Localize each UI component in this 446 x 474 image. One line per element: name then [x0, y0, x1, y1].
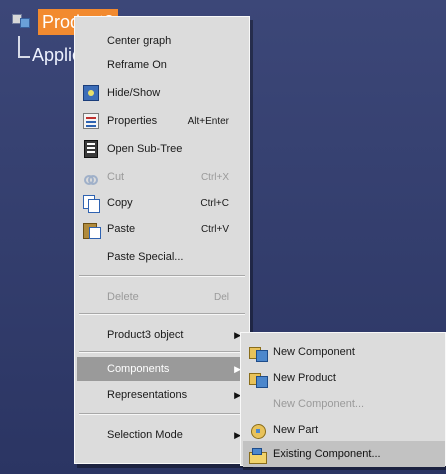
existing-component-icon — [247, 444, 267, 464]
menu-item-label: Selection Mode — [107, 429, 183, 441]
menu-item-center-graph[interactable]: Center graph — [77, 29, 247, 53]
components-submenu: New Component New Product New Component.… — [240, 332, 446, 467]
submenu-item-new-component-disabled: New Component... — [243, 391, 445, 417]
menu-item-selection-mode[interactable]: Selection Mode ▶ — [77, 423, 247, 447]
menu-item-components[interactable]: Components ▶ — [77, 357, 247, 381]
menu-item-label: Copy — [107, 197, 133, 209]
product-icon — [8, 8, 36, 36]
menu-item-shortcut: Ctrl+X — [200, 171, 229, 183]
open-subtree-icon — [81, 139, 101, 159]
submenu-item-label: Existing Component... — [273, 448, 381, 460]
menu-item-shortcut: Ctrl+V — [200, 223, 229, 235]
menu-item-properties[interactable]: Properties Alt+Enter — [77, 109, 247, 133]
menu-item-label: Open Sub-Tree — [107, 143, 183, 155]
context-menu: Center graph Reframe On Hide/Show Proper… — [74, 16, 250, 464]
menu-item-label: Delete — [107, 291, 139, 303]
menu-item-shortcut: Del — [213, 291, 229, 303]
menu-item-hide-show[interactable]: Hide/Show — [77, 81, 247, 105]
menu-separator — [79, 351, 245, 353]
new-product-icon — [247, 368, 268, 388]
menu-item-reframe-on[interactable]: Reframe On — [77, 53, 247, 77]
copy-icon — [81, 193, 101, 213]
tree-branch-line — [18, 36, 30, 58]
menu-item-delete: Delete Del — [77, 285, 247, 309]
submenu-item-label: New Part — [273, 424, 319, 436]
menu-item-label: Components — [107, 363, 170, 375]
menu-item-paste-special[interactable]: Paste Special... — [77, 245, 247, 269]
new-part-icon — [247, 420, 267, 440]
properties-icon — [81, 111, 101, 131]
submenu-item-new-component[interactable]: New Component — [243, 339, 445, 365]
menu-item-label: Center graph — [107, 35, 172, 47]
menu-item-representations[interactable]: Representations ▶ — [77, 383, 247, 407]
menu-item-paste[interactable]: Paste Ctrl+V — [77, 217, 247, 241]
submenu-item-label: New Component — [273, 346, 355, 358]
menu-item-product-object[interactable]: Product3 object ▶ — [77, 323, 247, 347]
submenu-item-label: New Product — [273, 372, 336, 384]
hide-show-icon — [81, 83, 101, 103]
menu-item-label: Cut — [107, 171, 125, 183]
menu-item-label: Properties — [107, 115, 158, 127]
menu-item-open-sub-tree[interactable]: Open Sub-Tree — [77, 137, 247, 161]
menu-item-copy[interactable]: Copy Ctrl+C — [77, 191, 247, 215]
menu-item-label: Paste Special... — [107, 251, 184, 263]
menu-separator — [79, 313, 245, 315]
menu-item-label: Representations — [107, 389, 188, 401]
cut-icon — [81, 167, 101, 187]
menu-item-shortcut: Alt+Enter — [187, 115, 229, 127]
menu-item-label: Reframe On — [107, 59, 167, 71]
submenu-item-existing-component[interactable]: Existing Component... — [243, 441, 445, 467]
submenu-item-new-product[interactable]: New Product — [243, 365, 445, 391]
menu-item-shortcut: Ctrl+C — [200, 197, 229, 209]
menu-separator — [79, 413, 245, 415]
submenu-item-label: New Component... — [273, 398, 365, 410]
menu-item-label: Paste — [107, 223, 136, 235]
paste-icon — [81, 219, 101, 239]
menu-item-label: Product3 object — [107, 329, 184, 341]
menu-item-label: Hide/Show — [107, 87, 161, 99]
new-component-icon — [247, 342, 268, 362]
menu-item-cut: Cut Ctrl+X — [77, 165, 247, 189]
menu-separator — [79, 275, 245, 277]
submenu-item-new-part[interactable]: New Part — [243, 417, 445, 443]
